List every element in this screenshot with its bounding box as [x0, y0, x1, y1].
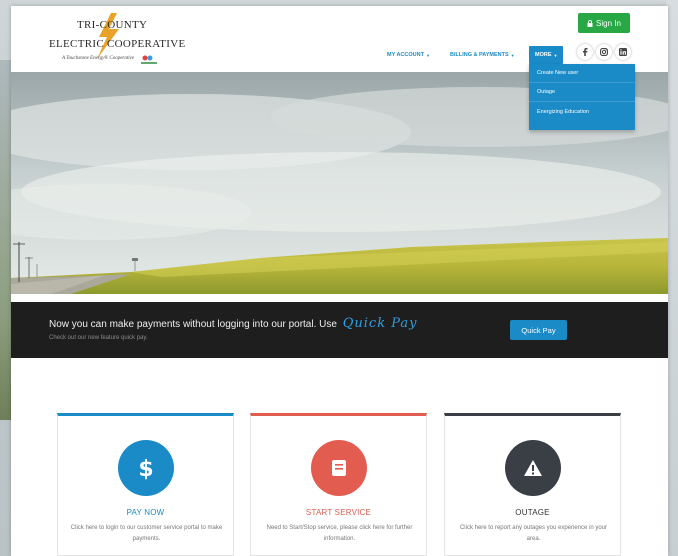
sign-in-button[interactable]: Sign In — [578, 13, 630, 33]
book-icon — [311, 440, 367, 496]
caret-down-icon: ▼ — [510, 52, 515, 58]
outage-title: OUTAGE — [515, 508, 550, 517]
menu-item-energizing-education[interactable]: Energizing Education — [529, 102, 635, 121]
outage-card[interactable]: OUTAGE Click here to report any outages … — [444, 413, 621, 556]
start-service-title: START SERVICE — [305, 508, 372, 517]
facebook-icon[interactable] — [577, 44, 593, 60]
logo-tagline: A Touchstone Energy® Cooperative — [62, 56, 135, 61]
start-service-description: Need to Start/Stop service, please click… — [266, 525, 413, 542]
sign-in-label: Sign In — [596, 18, 621, 28]
site-header: TRI-COUNTY ELECTRIC COOPERATIVE A Touchs… — [11, 6, 668, 72]
nav-more[interactable]: MORE ▼ — [529, 46, 564, 64]
banner-headline-text: Now you can make payments without loggin… — [49, 319, 337, 330]
caret-down-icon: ▼ — [553, 52, 558, 58]
lock-icon — [587, 19, 593, 27]
svg-text:$: $ — [138, 457, 153, 481]
nav-billing-label: BILLING & PAYMENTS — [450, 52, 509, 58]
nav-my-account-label: MY ACCOUNT — [387, 52, 424, 58]
pay-now-description: Click here to login to our customer serv… — [70, 525, 223, 542]
dollar-icon: $ — [118, 440, 174, 496]
more-dropdown-menu: Create New user Outage Energizing Educat… — [529, 64, 635, 130]
nav-billing-payments[interactable]: BILLING & PAYMENTS ▼ — [450, 46, 515, 64]
quick-pay-banner: Now you can make payments without loggin… — [11, 302, 668, 358]
banner-subtext: Check out our new feature quick pay. — [49, 335, 148, 341]
touchstone-logo-icon — [141, 55, 157, 64]
caret-down-icon: ▼ — [425, 52, 430, 58]
logo-line1: TRI-COUNTY — [77, 19, 148, 31]
start-service-card[interactable]: START SERVICE Need to Start/Stop service… — [250, 413, 427, 556]
warning-icon — [505, 440, 561, 496]
banner-headline: Now you can make payments without loggin… — [49, 316, 417, 331]
page-frame: TRI-COUNTY ELECTRIC COOPERATIVE A Touchs… — [11, 6, 668, 556]
menu-item-create-new-user[interactable]: Create New user — [529, 64, 635, 83]
menu-item-outage[interactable]: Outage — [529, 83, 635, 102]
nav-more-label: MORE — [535, 52, 552, 58]
quick-pay-button[interactable]: Quick Pay — [510, 320, 567, 340]
pay-now-title: PAY NOW — [126, 508, 165, 517]
nav-my-account[interactable]: MY ACCOUNT ▼ — [387, 46, 430, 64]
banner-quick-pay-highlight: Quick Pay — [342, 316, 418, 331]
outage-description: Click here to report any outages you exp… — [459, 525, 608, 542]
site-logo[interactable]: TRI-COUNTY ELECTRIC COOPERATIVE A Touchs… — [49, 13, 209, 69]
instagram-icon[interactable] — [596, 44, 612, 60]
linkedin-icon[interactable] — [615, 44, 631, 60]
pay-now-card[interactable]: $ PAY NOW Click here to login to our cus… — [57, 413, 234, 556]
logo-line2: ELECTRIC COOPERATIVE — [49, 38, 186, 50]
